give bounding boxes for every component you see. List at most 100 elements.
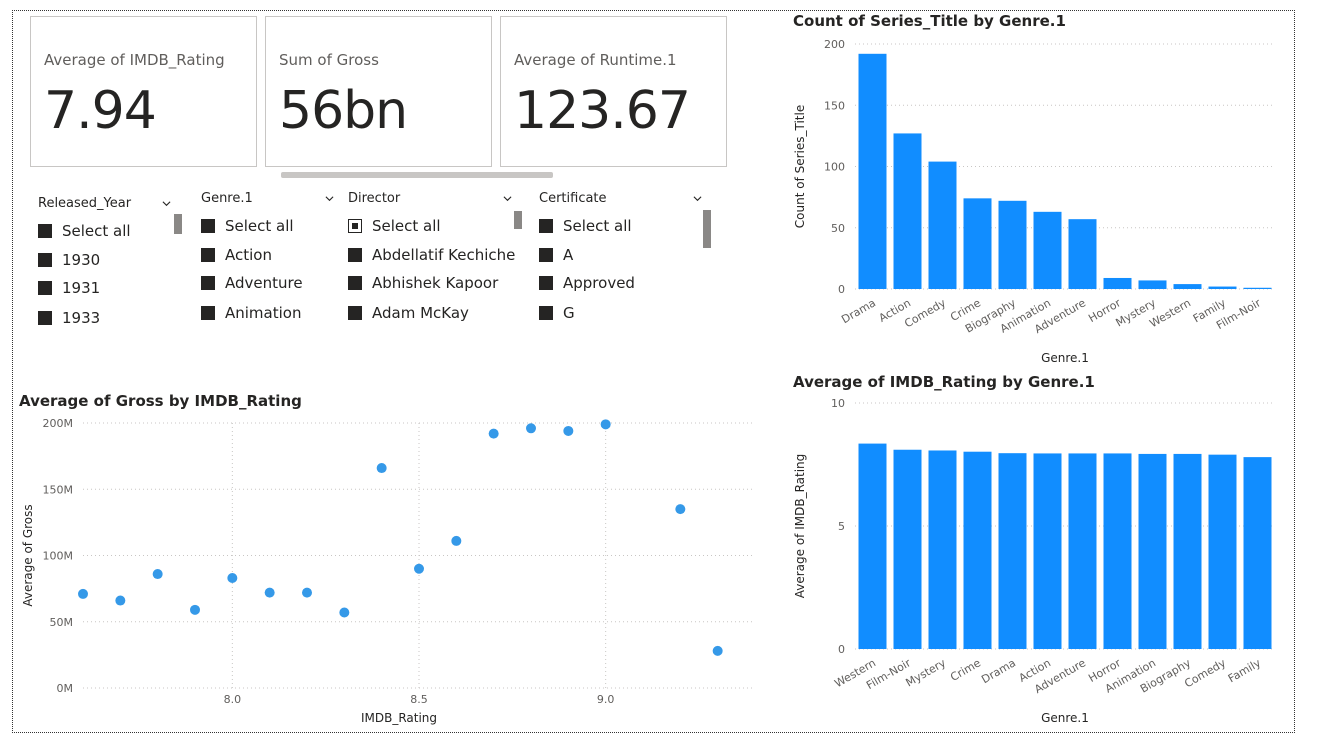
slicer-item[interactable]: Select all	[539, 217, 632, 235]
slicer-released-year: Released_Year Select all 1930 1931 1933	[38, 196, 183, 336]
checkbox-partial-icon	[348, 219, 362, 233]
card-sum-gross[interactable]: Sum of Gross 56bn	[265, 16, 492, 167]
slicer-item[interactable]: Animation	[201, 304, 301, 322]
data-point	[264, 587, 275, 598]
y-axis-label: Average of IMDB_Rating	[793, 454, 807, 599]
data-point	[488, 428, 499, 439]
x-tick-label: 8.5	[410, 693, 428, 706]
x-tick-label: 9.0	[597, 693, 615, 706]
slicer-genre: Genre.1 Select all Action Adventure Anim…	[201, 191, 341, 331]
checkbox-icon	[201, 248, 215, 262]
bar	[1243, 457, 1272, 649]
chevron-down-icon[interactable]	[325, 194, 334, 203]
slicer-item[interactable]: Action	[201, 246, 272, 264]
chevron-down-icon[interactable]	[693, 194, 702, 203]
y-tick-label: 0M	[57, 682, 74, 695]
y-tick-label: 200M	[43, 417, 74, 430]
y-tick-label: 150	[824, 99, 845, 112]
card-value: 123.67	[514, 81, 691, 141]
y-tick-label: 100	[824, 161, 845, 174]
y-axis-label: Count of Series_Title	[793, 105, 807, 228]
bar	[858, 53, 887, 289]
slicer-item-label: 1931	[62, 279, 101, 297]
chevron-down-icon[interactable]	[162, 199, 171, 208]
x-tick-label: 8.0	[224, 693, 242, 706]
slicer-item[interactable]: Adventure	[201, 274, 303, 292]
x-tick-label: Crime	[948, 656, 983, 684]
checkbox-icon	[38, 311, 52, 325]
checkbox-icon	[348, 248, 362, 262]
slicer-item-label: Select all	[225, 217, 294, 235]
slicer-scrollbar[interactable]	[514, 211, 522, 229]
card-value: 7.94	[44, 81, 157, 141]
x-axis-label: IMDB_Rating	[361, 711, 437, 725]
checkbox-icon	[38, 224, 52, 238]
data-point	[563, 425, 574, 436]
slicer-item[interactable]: Adam McKay	[348, 304, 469, 322]
slicer-scrollbar[interactable]	[703, 210, 711, 248]
chart-title-gross-by-rating: Average of Gross by IMDB_Rating	[19, 392, 302, 410]
checkbox-icon	[539, 248, 553, 262]
y-tick-label: 50	[831, 222, 845, 235]
data-point	[376, 463, 387, 474]
slicer-item[interactable]: 1930	[38, 251, 100, 269]
bar	[998, 200, 1027, 289]
slicer-scrollbar[interactable]	[174, 214, 182, 234]
x-axis-label: Genre.1	[1041, 711, 1089, 725]
slicer-certificate: Certificate Select all A Approved G	[539, 191, 714, 331]
checkbox-icon	[38, 253, 52, 267]
checkbox-icon	[348, 276, 362, 290]
bar	[1068, 219, 1097, 289]
slicer-item[interactable]: Select all	[348, 217, 441, 235]
slicer-header: Genre.1	[201, 191, 253, 206]
card-value: 56bn	[279, 81, 408, 141]
slicer-item-label: Animation	[225, 304, 302, 322]
slicer-item-label: Adam McKay	[372, 304, 469, 322]
slicer-item[interactable]: 1931	[38, 279, 100, 297]
slicer-item[interactable]: Select all	[38, 222, 131, 240]
card-label: Average of Runtime.1	[514, 51, 677, 69]
slicer-item[interactable]: Select all	[201, 217, 294, 235]
slicer-item-label: Abdellatif Kechiche	[372, 246, 516, 264]
slicer-director: Director Select all Abdellatif Kechiche …	[348, 191, 523, 331]
data-point	[451, 535, 462, 546]
y-tick-label: 0	[838, 283, 845, 296]
slicer-item[interactable]: 1933	[38, 309, 100, 327]
bar	[963, 198, 992, 289]
bar-chart-count-by-genre[interactable]: 050100150200DramaActionComedy CrimeBiogra…	[780, 30, 1295, 370]
slicer-item[interactable]: G	[539, 304, 575, 322]
data-point	[414, 563, 424, 574]
data-point	[227, 573, 238, 584]
y-tick-label: 50M	[50, 616, 74, 629]
chevron-down-icon[interactable]	[503, 194, 512, 203]
bar	[1103, 453, 1132, 649]
scatter-chart-gross-by-rating[interactable]: 0M 50M 100M 150M 200M 8.0 8.5 9.0 IMDB_Rating Ave…	[15, 410, 760, 732]
slicer-item-label: Abhishek Kapoor	[372, 274, 499, 292]
slicer-item[interactable]: A	[539, 246, 573, 264]
slicer-item[interactable]: Abdellatif Kechiche	[348, 246, 515, 264]
slicer-item-label: Approved	[563, 274, 635, 292]
bar	[998, 453, 1027, 649]
checkbox-icon	[201, 276, 215, 290]
slicer-item[interactable]: Abhishek Kapoor	[348, 274, 498, 292]
y-axis-label: Average of Gross	[21, 504, 35, 606]
slicer-item[interactable]: Approved	[539, 274, 635, 292]
y-tick-label: 100M	[43, 550, 74, 563]
checkbox-icon	[348, 306, 362, 320]
data-point	[115, 595, 126, 606]
data-point	[339, 607, 350, 618]
horizontal-scrollbar[interactable]	[281, 172, 553, 178]
y-tick-label: 150M	[43, 483, 74, 496]
card-avg-imdb-rating[interactable]: Average of IMDB_Rating 7.94	[30, 16, 257, 167]
data-point	[78, 588, 88, 599]
bar	[1208, 454, 1237, 649]
y-tick-label: 5	[838, 520, 845, 533]
bar	[1243, 287, 1272, 289]
bar	[963, 451, 992, 649]
card-avg-runtime[interactable]: Average of Runtime.1 123.67	[500, 16, 727, 167]
bar-chart-rating-by-genre[interactable]: 0510WesternFilm-NoirMystery CrimeDramaAct…	[780, 392, 1295, 732]
chart-title-rating-by-genre: Average of IMDB_Rating by Genre.1	[793, 373, 1095, 391]
y-tick-label: 0	[838, 643, 845, 656]
data-point	[712, 645, 723, 656]
slicer-item-label: Select all	[62, 222, 131, 240]
